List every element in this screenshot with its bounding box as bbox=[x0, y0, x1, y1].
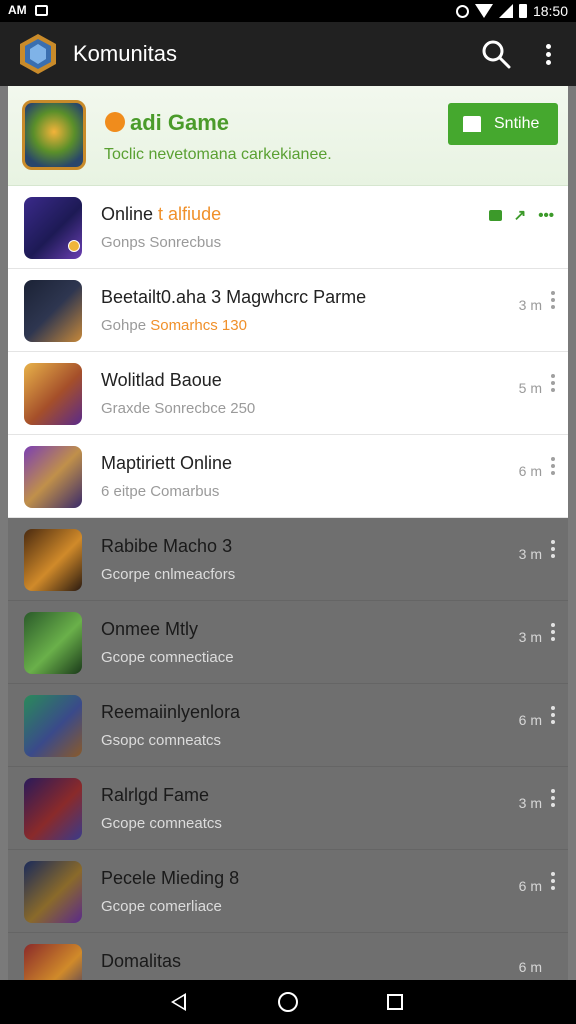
game-icon bbox=[24, 695, 82, 757]
status-bar: AM 18:50 bbox=[0, 0, 576, 22]
hex-shield-icon[interactable] bbox=[18, 33, 58, 75]
list-item-subtitle: Graxde Sonrecbce 250 bbox=[101, 400, 256, 417]
search-icon[interactable] bbox=[480, 38, 512, 70]
community-list: adi Game Toclic nevetomana carkekianee. … bbox=[0, 86, 576, 1006]
game-icon bbox=[24, 861, 82, 923]
featured-title: adi Game bbox=[130, 110, 230, 135]
list-item[interactable]: Ralrlgd Fame Gcope comneatcs 3 m bbox=[8, 767, 568, 850]
recents-icon[interactable] bbox=[387, 994, 403, 1010]
wifi-icon bbox=[474, 4, 493, 18]
list-item-subtitle: Gohpe Somarhcs 130 bbox=[101, 317, 247, 334]
row-menu-icon[interactable] bbox=[550, 789, 556, 809]
system-nav-bar bbox=[0, 980, 576, 1024]
featured-subtitle: Toclic nevetomana carkekianee. bbox=[104, 146, 332, 163]
list-item-time: 6 m bbox=[518, 878, 542, 894]
featured-action-button[interactable]: Sntihe bbox=[448, 103, 558, 145]
row-menu-icon[interactable] bbox=[550, 457, 556, 477]
list-item-title: Beetailt0.aha 3 Magwhcrc Parme bbox=[101, 287, 367, 307]
status-time: 18:50 bbox=[532, 3, 568, 19]
status-left-text: AM bbox=[8, 3, 27, 17]
game-icon bbox=[24, 612, 82, 674]
list-item-title: Wolitlad Baoue bbox=[101, 370, 222, 390]
list-item[interactable]: Online t alfiude Gonps Sonrecbus ↗ ••• bbox=[8, 186, 568, 269]
list-item[interactable]: Reemaiinlyenlora Gsopc comneatcs 6 m bbox=[8, 684, 568, 767]
back-icon[interactable] bbox=[171, 993, 186, 1011]
game-icon bbox=[24, 446, 82, 508]
row-menu-icon[interactable] bbox=[550, 540, 556, 560]
list-item-time: 3 m bbox=[518, 629, 542, 645]
list-item-title: Rabibe Macho 3 bbox=[101, 536, 233, 556]
row-menu-icon[interactable] bbox=[550, 291, 556, 311]
row-menu-icon[interactable] bbox=[550, 623, 556, 643]
gift-icon[interactable] bbox=[488, 209, 502, 221]
row-menu-icon[interactable] bbox=[550, 706, 556, 726]
list-item-title: Domalitas bbox=[101, 951, 182, 971]
list-item-time: 3 m bbox=[518, 297, 542, 313]
row-menu-icon[interactable] bbox=[550, 872, 556, 892]
row-menu-icon[interactable] bbox=[550, 374, 556, 394]
list-item[interactable]: Wolitlad Baoue Graxde Sonrecbce 250 5 m bbox=[8, 352, 568, 435]
list-item-title-main: Online bbox=[101, 204, 154, 224]
list-item-title: Maptiriett Online bbox=[101, 453, 233, 473]
notification-icon bbox=[34, 4, 48, 16]
list-item-time: 6 m bbox=[518, 463, 542, 479]
list-item-subtitle: Gsopc comneatcs bbox=[101, 732, 222, 749]
list-item-subtitle: 6 eitpe Comarbus bbox=[101, 483, 220, 500]
signal-icon bbox=[498, 4, 513, 18]
list-item-time: 3 m bbox=[518, 546, 542, 562]
battery-icon bbox=[518, 4, 527, 18]
list-item-time: 5 m bbox=[518, 380, 542, 396]
list-item-title: Pecele Mieding 8 bbox=[101, 868, 240, 888]
list-item[interactable]: Pecele Mieding 8 Gcope comerliace 6 m bbox=[8, 850, 568, 933]
list-item-time: 6 m bbox=[518, 712, 542, 728]
game-icon bbox=[24, 363, 82, 425]
thumbs-up-icon bbox=[463, 116, 481, 132]
app-bar: Komunitas bbox=[0, 22, 576, 86]
list-item-time: 6 m bbox=[518, 959, 542, 975]
list-item-actions: ↗ ••• bbox=[488, 206, 554, 224]
list-item-title: Onmee Mtly bbox=[101, 619, 199, 639]
list-item-subtitle: Gcope comnectiace bbox=[101, 649, 234, 666]
share-icon[interactable]: ↗ bbox=[514, 206, 527, 224]
alarm-icon bbox=[455, 4, 469, 18]
list-item[interactable]: Rabibe Macho 3 Gcorpe cnlmeacfors 3 m bbox=[8, 518, 568, 601]
list-item-title: Online t alfiude bbox=[101, 204, 221, 225]
list-item-time: 3 m bbox=[518, 795, 542, 811]
overflow-menu-icon[interactable] bbox=[536, 38, 560, 70]
game-icon bbox=[24, 529, 82, 591]
coin-badge-icon bbox=[68, 240, 80, 252]
list-item[interactable]: Beetailt0.aha 3 Magwhcrc Parme Gohpe Som… bbox=[8, 269, 568, 352]
featured-emblem-icon bbox=[105, 112, 125, 132]
list-item-title-accent: t alfiude bbox=[158, 204, 222, 224]
app-title: Komunitas bbox=[73, 41, 177, 66]
list-item-subtitle: Gonps Sonrecbus bbox=[101, 234, 222, 251]
list-item-subtitle: Gcope comneatcs bbox=[101, 815, 222, 832]
game-icon bbox=[24, 280, 82, 342]
list-item-title: Ralrlgd Fame bbox=[101, 785, 210, 805]
more-dots-icon[interactable]: ••• bbox=[538, 207, 554, 224]
featured-banner[interactable]: adi Game Toclic nevetomana carkekianee. … bbox=[8, 86, 568, 186]
status-left: AM bbox=[8, 3, 48, 17]
featured-action-label: Sntihe bbox=[494, 115, 540, 132]
list-item[interactable]: Onmee Mtly Gcope comnectiace 3 m bbox=[8, 601, 568, 684]
featured-game-icon bbox=[22, 100, 86, 170]
game-icon bbox=[24, 778, 82, 840]
status-right: 18:50 bbox=[455, 3, 568, 19]
list-item[interactable]: Maptiriett Online 6 eitpe Comarbus 6 m bbox=[8, 435, 568, 518]
list-item-subtitle: Gcope comerliace bbox=[101, 898, 222, 915]
list-item-title: Reemaiinlyenlora bbox=[101, 702, 241, 722]
list-item-subtitle: Gcorpe cnlmeacfors bbox=[101, 566, 236, 583]
list-item[interactable]: Domalitas 6 m bbox=[8, 933, 568, 1006]
list-item-subtitle-accent: Somarhcs 130 bbox=[150, 317, 247, 334]
list-item-subtitle-main: Gohpe bbox=[101, 317, 147, 334]
home-icon[interactable] bbox=[278, 992, 298, 1012]
